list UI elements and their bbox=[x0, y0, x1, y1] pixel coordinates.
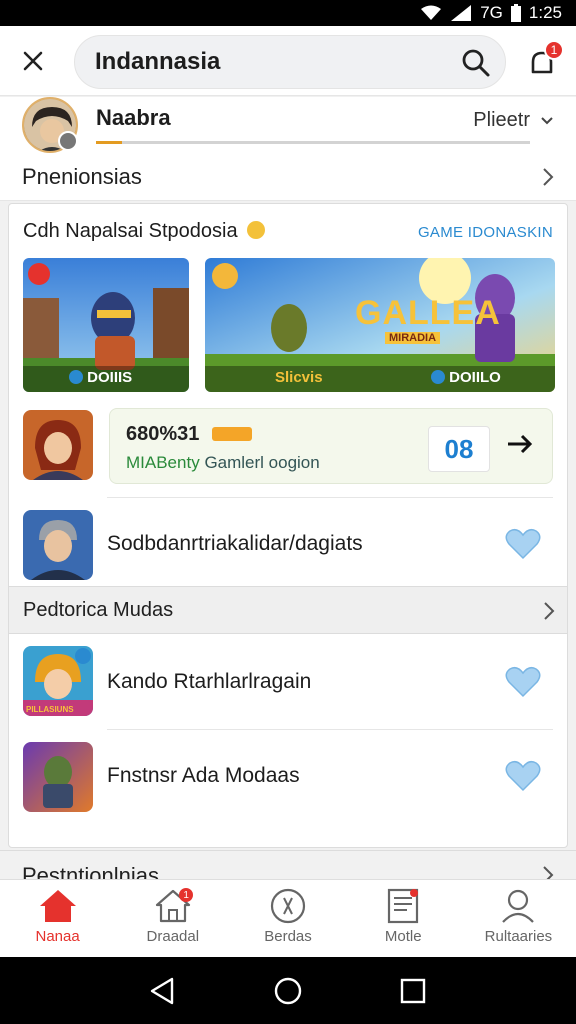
promo-value: 680%31 bbox=[126, 423, 200, 445]
play-badge-icon bbox=[431, 370, 445, 384]
search-bar bbox=[74, 35, 506, 89]
avatar-badge-icon bbox=[58, 131, 78, 151]
thumb-4-art bbox=[23, 742, 93, 812]
notifications-button[interactable]: 1 bbox=[522, 40, 566, 84]
nav-mobile[interactable]: Motle bbox=[346, 880, 461, 957]
network-label: 7G bbox=[480, 3, 503, 22]
profile-icon bbox=[502, 889, 535, 923]
document-icon bbox=[388, 888, 419, 924]
profile-name: Naabra bbox=[96, 105, 171, 130]
preferences-section-header[interactable]: Pnenionsias bbox=[0, 153, 576, 201]
chevron-down-icon bbox=[541, 116, 553, 124]
play-badge-icon bbox=[69, 370, 83, 384]
promo-count: 08 bbox=[428, 426, 490, 472]
profile-row: Naabra Plieetr bbox=[0, 97, 576, 153]
banner-1-label: DOIIIS bbox=[69, 369, 132, 386]
thumb-3-label: PILLASIUNS bbox=[26, 705, 74, 714]
game-thumb-4 bbox=[23, 742, 93, 812]
promo-sub-right: Gamlerl oogion bbox=[204, 453, 320, 472]
game-thumb-1[interactable] bbox=[23, 410, 93, 480]
promo-sub-left: MIABenty bbox=[126, 453, 200, 472]
row-title: Fnstnsr Ada Modaas bbox=[107, 764, 300, 787]
notification-badge: 1 bbox=[544, 40, 564, 60]
nav-profile[interactable]: Rultaaries bbox=[461, 880, 576, 957]
banner-2-left-label: Slicvis bbox=[275, 369, 323, 386]
tag-icon bbox=[270, 888, 306, 924]
banner-2-right-label: DOIILO bbox=[431, 369, 501, 386]
thumb-2-art bbox=[23, 510, 93, 580]
wifi-icon bbox=[421, 5, 442, 20]
progress-fill bbox=[96, 141, 123, 144]
battery-icon bbox=[510, 4, 521, 22]
row-title: Sodbdanrtriakalidar/dagiats bbox=[107, 532, 363, 555]
content-card: Cdh Napalsai Stpodosia GAME IDONASKIN DO… bbox=[8, 203, 568, 848]
nav-home[interactable]: Nanaa bbox=[0, 880, 115, 957]
sort-label: Plieetr bbox=[473, 109, 530, 131]
system-navigation-bar bbox=[0, 957, 576, 1024]
heart-icon[interactable] bbox=[505, 760, 541, 792]
search-button[interactable] bbox=[461, 48, 491, 83]
featured-section-header[interactable]: Pedtorica Mudas bbox=[9, 586, 567, 634]
thumb-1-art bbox=[23, 410, 93, 480]
list-item[interactable]: Fnstnsr Ada Modaas bbox=[9, 730, 567, 822]
banner-2-right-label-text: DOIILO bbox=[449, 369, 501, 386]
close-button[interactable] bbox=[14, 42, 52, 80]
preferences-label: Pnenionsias bbox=[22, 163, 142, 189]
nav-label: Nanaa bbox=[35, 928, 80, 945]
banner-2-title: GALLEA bbox=[355, 294, 501, 332]
game-link[interactable]: GAME IDONASKIN bbox=[418, 224, 553, 241]
app-screen: 7G 1:25 1 Naabra bbox=[0, 0, 576, 1024]
card-title: Cdh Napalsai Stpodosia bbox=[23, 220, 266, 243]
home-button-icon[interactable] bbox=[273, 976, 303, 1006]
back-icon[interactable] bbox=[148, 976, 178, 1006]
nav-label: Berdas bbox=[264, 928, 312, 945]
nav-store[interactable]: 1 Draadal bbox=[115, 880, 230, 957]
promo-subtitle: MIABenty Gamlerl oogion bbox=[126, 453, 320, 473]
nav-label: Motle bbox=[384, 928, 422, 945]
chevron-right-icon bbox=[544, 602, 555, 620]
close-icon bbox=[23, 51, 43, 71]
search-header: 1 bbox=[0, 26, 576, 96]
search-icon bbox=[462, 49, 490, 77]
profile-progress bbox=[96, 141, 530, 144]
banner-1-label-text: DOIIIS bbox=[87, 369, 133, 386]
game-banner-1[interactable]: DOIIIS bbox=[23, 258, 189, 392]
smile-emoji-icon bbox=[247, 221, 266, 239]
more-section-header-peek[interactable]: Pestntionlnias bbox=[0, 850, 576, 888]
list-item[interactable]: PILLASIUNS Kando Rtarhlarlragain bbox=[9, 636, 567, 728]
promo-bar bbox=[212, 427, 252, 441]
row-title: Kando Rtarhlarlragain bbox=[107, 670, 312, 693]
search-input[interactable] bbox=[95, 48, 435, 76]
nav-label: Rultaaries bbox=[484, 928, 553, 945]
heart-icon[interactable] bbox=[505, 666, 541, 698]
clock: 1:25 bbox=[528, 3, 562, 22]
game-thumb-2 bbox=[23, 510, 93, 580]
nav-tags[interactable]: Berdas bbox=[230, 880, 345, 957]
game-banner-2[interactable]: GALLEA MIRADIA Slicvis DOIILO bbox=[205, 258, 555, 392]
featured-section-label: Pedtorica Mudas bbox=[23, 598, 174, 621]
arrow-right-icon[interactable] bbox=[506, 433, 534, 455]
chevron-right-icon bbox=[543, 168, 554, 186]
list-item[interactable]: Sodbdanrtriakalidar/dagiats bbox=[9, 498, 567, 590]
promo-widget[interactable]: 680%31 MIABenty Gamlerl oogion 08 bbox=[109, 408, 553, 484]
bottom-navigation: Nanaa 1 Draadal Berdas Motle Rultaaries bbox=[0, 879, 576, 957]
nav-label: Draadal bbox=[146, 928, 200, 945]
sort-dropdown[interactable]: Plieetr bbox=[473, 109, 554, 132]
status-bar: 7G 1:25 bbox=[0, 0, 576, 26]
banner-2-subtitle: MIRADIA bbox=[385, 332, 441, 344]
recents-icon[interactable] bbox=[398, 976, 428, 1006]
home-icon bbox=[39, 890, 76, 922]
game-thumb-3: PILLASIUNS bbox=[23, 646, 93, 716]
heart-icon[interactable] bbox=[505, 528, 541, 560]
card-title-text: Cdh Napalsai Stpodosia bbox=[23, 220, 238, 242]
signal-icon bbox=[451, 5, 472, 21]
